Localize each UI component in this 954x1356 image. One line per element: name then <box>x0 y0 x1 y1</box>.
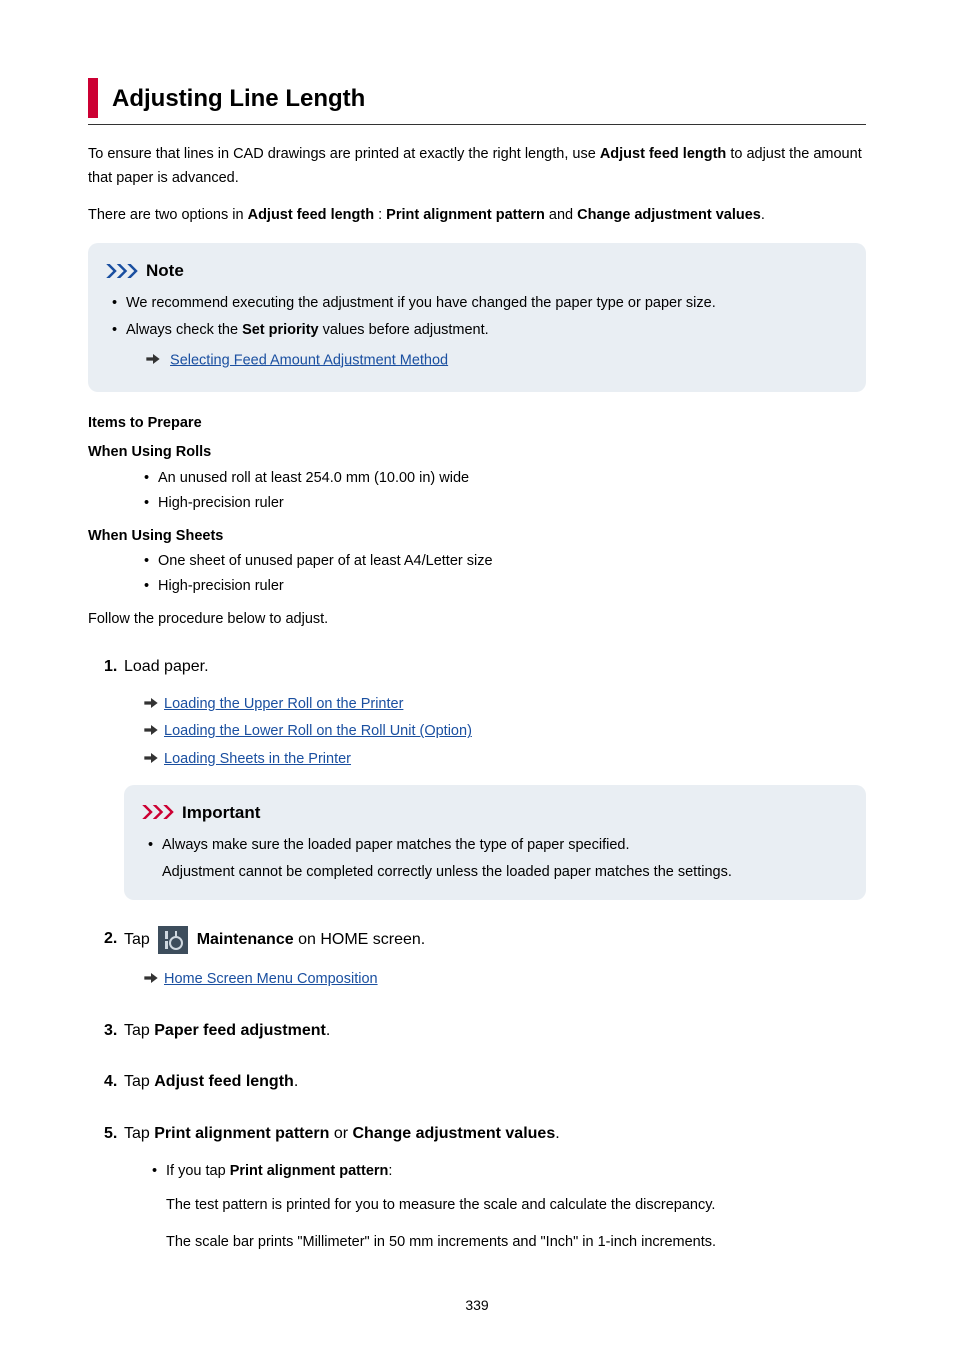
when-using-sheets-heading: When Using Sheets <box>88 525 866 548</box>
text-bold: Adjust feed length <box>600 146 726 162</box>
step-3-text: Tap Paper feed adjustment. <box>124 1018 866 1044</box>
text: The test pattern is printed for you to m… <box>166 1194 866 1217</box>
page-title-block: Adjusting Line Length <box>88 78 866 125</box>
when-using-rolls-heading: When Using Rolls <box>88 441 866 464</box>
text-bold: Print alignment pattern <box>230 1163 389 1179</box>
sheets-list: One sheet of unused paper of at least A4… <box>88 550 866 598</box>
steps-list: Load paper. Loading the Upper Roll on th… <box>88 654 866 1254</box>
step-1-links: Loading the Upper Roll on the Printer Lo… <box>124 693 866 771</box>
link-row: Loading the Lower Roll on the Roll Unit … <box>144 720 866 743</box>
list-item: An unused roll at least 254.0 mm (10.00 … <box>144 467 866 490</box>
note-sublink-list: Selecting Feed Amount Adjustment Method <box>126 349 848 373</box>
items-to-prepare-heading: Items to Prepare <box>88 412 866 435</box>
step-1: Load paper. Loading the Upper Roll on th… <box>104 654 866 901</box>
important-callout: Important Always make sure the loaded pa… <box>124 785 866 901</box>
text: There are two options in <box>88 207 248 223</box>
link-row: Selecting Feed Amount Adjustment Method <box>132 349 848 373</box>
text: . <box>294 1073 298 1090</box>
text: : <box>374 207 386 223</box>
list-item: High-precision ruler <box>144 492 866 515</box>
text: values before adjustment. <box>319 322 489 338</box>
text-bold: Change adjustment values <box>353 1125 556 1142</box>
step-1-text: Load paper. <box>124 654 866 680</box>
note-title: Note <box>146 257 184 284</box>
page-number: 339 <box>88 1294 866 1316</box>
text-bold: Paper feed adjustment <box>154 1022 326 1039</box>
options-paragraph: There are two options in Adjust feed len… <box>88 204 866 227</box>
step-4: Tap Adjust feed length. <box>104 1069 866 1095</box>
text: and <box>545 207 577 223</box>
chevrons-icon <box>142 805 174 819</box>
text: To ensure that lines in CAD drawings are… <box>88 146 600 162</box>
link-row: Loading Sheets in the Printer <box>144 748 866 771</box>
chevrons-icon <box>106 264 138 278</box>
important-item: Always make sure the loaded paper matche… <box>148 834 848 857</box>
arrow-icon <box>144 720 158 743</box>
link-loading-upper-roll[interactable]: Loading the Upper Roll on the Printer <box>164 693 403 716</box>
important-list: Always make sure the loaded paper matche… <box>142 834 848 857</box>
link-home-screen-menu[interactable]: Home Screen Menu Composition <box>164 968 378 991</box>
maintenance-icon <box>158 926 188 954</box>
note-list: We recommend executing the adjustment if… <box>106 292 848 372</box>
step-4-text: Tap Adjust feed length. <box>124 1069 866 1095</box>
step-5-body: The test pattern is printed for you to m… <box>124 1194 866 1254</box>
link-row: Loading the Upper Roll on the Printer <box>144 693 866 716</box>
text: : <box>388 1163 392 1179</box>
text: . <box>555 1125 559 1142</box>
note-item: We recommend executing the adjustment if… <box>112 292 848 315</box>
arrow-icon <box>144 968 158 991</box>
arrow-icon <box>144 693 158 716</box>
list-item: If you tap Print alignment pattern: <box>152 1160 866 1183</box>
link-loading-lower-roll[interactable]: Loading the Lower Roll on the Roll Unit … <box>164 720 472 743</box>
text: Tap <box>124 1022 154 1039</box>
text: on HOME screen. <box>294 932 426 949</box>
text: Tap <box>124 1073 154 1090</box>
step-5-text: Tap Print alignment pattern or Change ad… <box>124 1121 866 1147</box>
arrow-icon <box>144 748 158 771</box>
rolls-list: An unused roll at least 254.0 mm (10.00 … <box>88 467 866 515</box>
text: The scale bar prints "Millimeter" in 50 … <box>166 1231 866 1254</box>
text: If you tap <box>166 1163 230 1179</box>
text-bold: Adjust feed length <box>248 207 374 223</box>
note-header: Note <box>106 257 848 284</box>
arrow-icon <box>146 349 160 372</box>
text: Tap <box>124 1125 154 1142</box>
note-callout: Note We recommend executing the adjustme… <box>88 243 866 392</box>
text-bold: Print alignment pattern <box>386 207 545 223</box>
step-2-text: Tap Maintenance on HOME screen. <box>124 926 866 954</box>
text: or <box>329 1125 352 1142</box>
text-bold: Adjust feed length <box>154 1073 294 1090</box>
step-5-sublist: If you tap Print alignment pattern: <box>124 1160 866 1183</box>
link-selecting-feed-method[interactable]: Selecting Feed Amount Adjustment Method <box>170 352 448 368</box>
step-2-links: Home Screen Menu Composition <box>124 968 866 991</box>
text: Tap <box>124 932 154 949</box>
text: . <box>326 1022 330 1039</box>
text-bold: Maintenance <box>197 932 294 949</box>
important-header: Important <box>142 799 848 826</box>
step-5: Tap Print alignment pattern or Change ad… <box>104 1121 866 1254</box>
text: . <box>761 207 765 223</box>
note-item: Always check the Set priority values bef… <box>112 319 848 372</box>
step-2: Tap Maintenance on HOME screen. Home Scr… <box>104 926 866 991</box>
important-title: Important <box>182 799 260 826</box>
intro-paragraph: To ensure that lines in CAD drawings are… <box>88 143 866 189</box>
important-body: Adjustment cannot be completed correctly… <box>142 861 848 884</box>
text-bold: Set priority <box>242 322 319 338</box>
title-accent-bar <box>88 78 98 118</box>
step-3: Tap Paper feed adjustment. <box>104 1018 866 1044</box>
follow-text: Follow the procedure below to adjust. <box>88 608 866 631</box>
list-item: High-precision ruler <box>144 575 866 598</box>
page-title: Adjusting Line Length <box>112 78 365 118</box>
link-loading-sheets[interactable]: Loading Sheets in the Printer <box>164 748 351 771</box>
text-bold: Print alignment pattern <box>154 1125 329 1142</box>
text-bold: Change adjustment values <box>577 207 761 223</box>
list-item: One sheet of unused paper of at least A4… <box>144 550 866 573</box>
text: Always check the <box>126 322 242 338</box>
link-row: Home Screen Menu Composition <box>144 968 866 991</box>
